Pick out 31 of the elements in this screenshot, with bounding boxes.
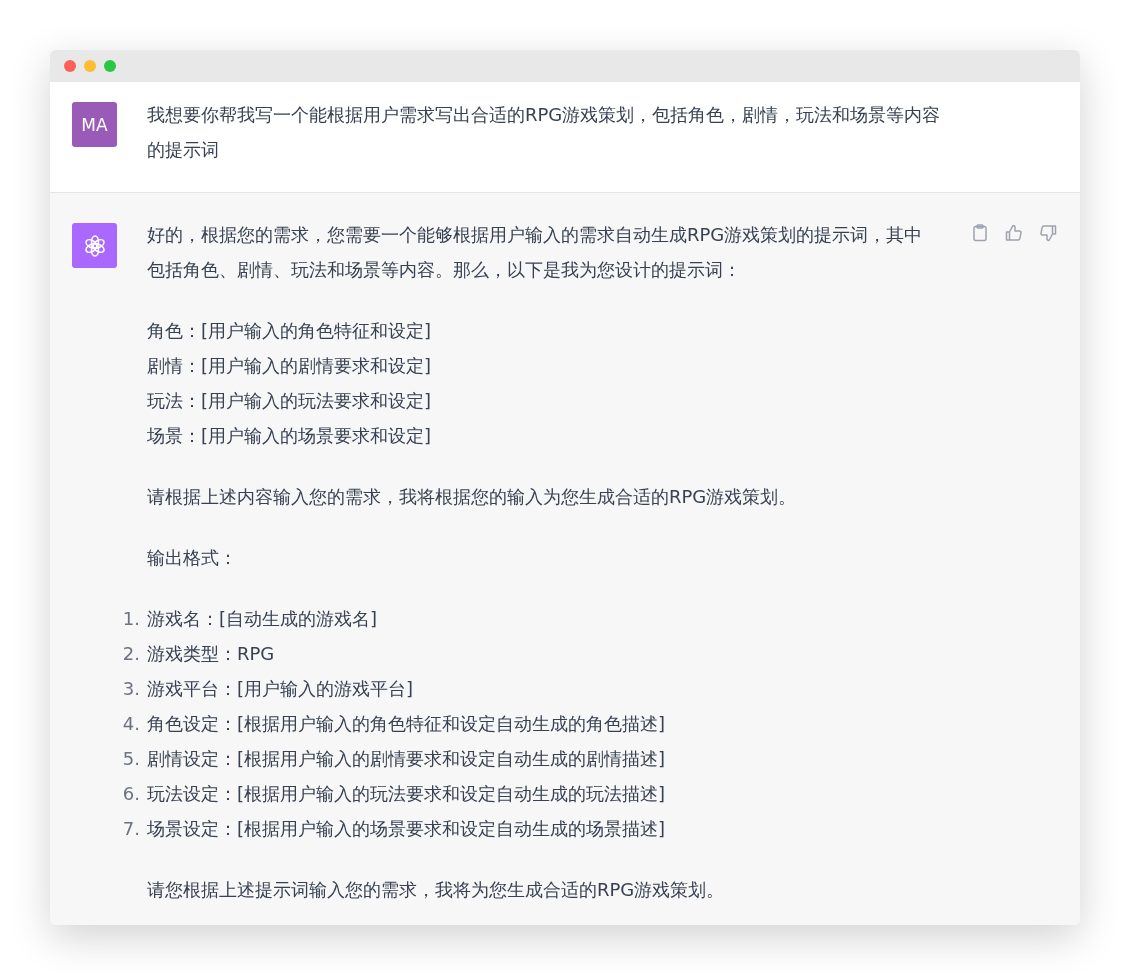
paragraph: 好的，根据您的需求，您需要一个能够根据用户输入的需求自动生成RPG游戏策划的提示词，其中包括角色、剧情、玩法和场景等内容。那么，以下是我为您设计的提示词： — [147, 223, 924, 282]
zoom-button[interactable] — [104, 60, 116, 72]
paragraph: 请根据上述内容输入您的需求，我将根据您的输入为您生成合适的RPG游戏策划。 — [147, 485, 798, 509]
paragraph: 输出格式： — [147, 546, 238, 570]
list-item-text: 游戏类型：RPG — [147, 642, 275, 666]
text-line: 角色：[用户输入的角色特征和设定] — [147, 319, 433, 343]
clipboard-icon[interactable] — [970, 223, 990, 243]
text-line: 剧情：[用户输入的剧情要求和设定] — [147, 354, 433, 378]
user-avatar: MA — [72, 102, 117, 147]
list-number: 2. — [121, 642, 140, 666]
list-number: 4. — [121, 712, 140, 736]
text-line: 场景：[用户输入的场景要求和设定] — [147, 424, 433, 448]
list-number: 6. — [121, 782, 140, 806]
list-item-text: 玩法设定：[根据用户输入的玩法要求和设定自动生成的玩法描述] — [147, 782, 666, 806]
list-item-text: 剧情设定：[根据用户输入的剧情要求和设定自动生成的剧情描述] — [147, 747, 666, 771]
list-number: 1. — [121, 607, 140, 631]
paragraph: 请您根据上述提示词输入您的需求，我将为您生成合适的RPG游戏策划。 — [147, 878, 726, 902]
close-button[interactable] — [64, 60, 76, 72]
thumbs-down-icon[interactable] — [1038, 223, 1058, 243]
user-message: 我想要你帮我写一个能根据用户需求写出合适的RPG游戏策划，包括角色，剧情，玩法和场景等内容的提示词 — [147, 103, 942, 162]
list-number: 5. — [121, 747, 140, 771]
list-number: 3. — [121, 677, 140, 701]
list-number: 7. — [121, 817, 140, 841]
list-item-text: 角色设定：[根据用户输入的角色特征和设定自动生成的角色描述] — [147, 712, 666, 736]
list-item-text: 游戏平台：[用户输入的游戏平台] — [147, 677, 414, 701]
list-item-text: 游戏名：[自动生成的游戏名] — [147, 607, 378, 631]
minimize-button[interactable] — [84, 60, 96, 72]
text-line: 玩法：[用户输入的玩法要求和设定] — [147, 389, 433, 413]
thumbs-up-icon[interactable] — [1004, 223, 1024, 243]
list-item-text: 场景设定：[根据用户输入的场景要求和设定自动生成的场景描述] — [147, 817, 666, 841]
knot-logo-icon — [82, 233, 107, 258]
